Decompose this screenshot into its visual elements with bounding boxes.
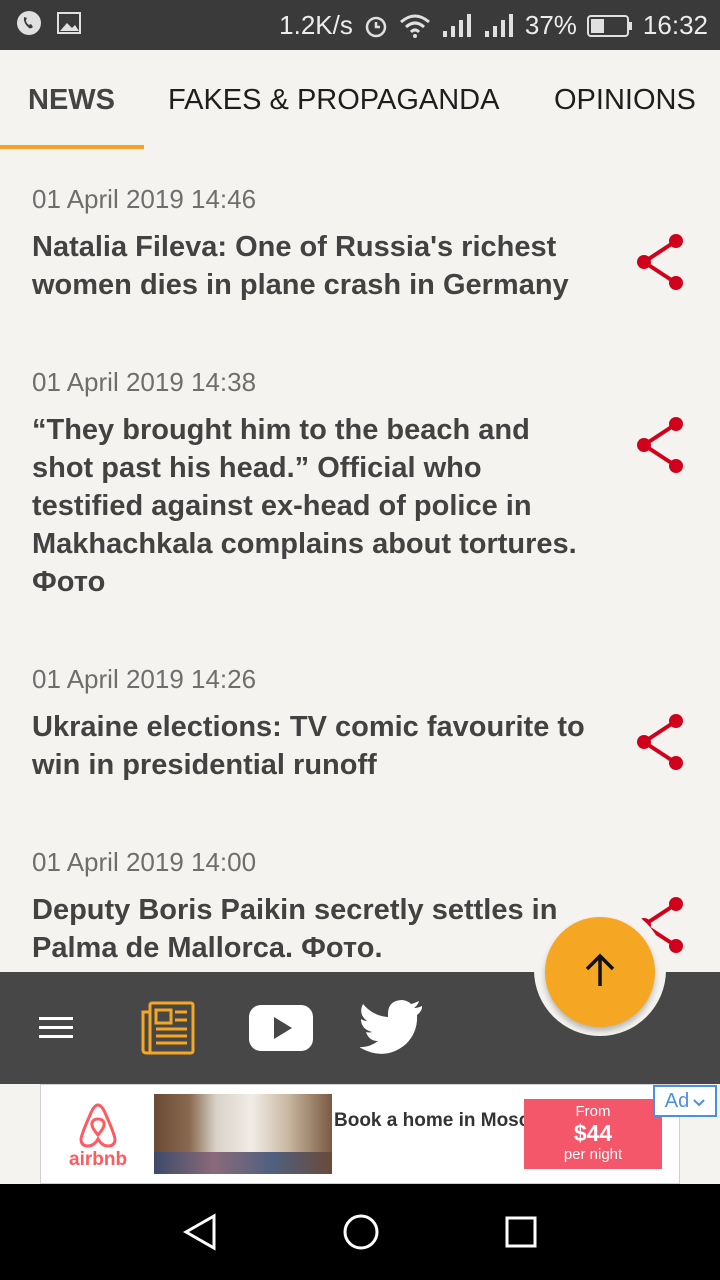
news-title[interactable]: Natalia Fileva: One of Russia's richest … xyxy=(32,228,588,304)
twitter-icon[interactable] xyxy=(358,996,426,1058)
system-nav-bar xyxy=(0,1184,720,1280)
tab-bar: NEWS FAKES & PROPAGANDA OPINIONS xyxy=(0,50,720,150)
news-title[interactable]: Deputy Boris Paikin secretly settles in … xyxy=(32,891,588,967)
news-list: 01 April 2019 14:46 Natalia Fileva: One … xyxy=(0,150,720,972)
news-date: 01 April 2019 14:00 xyxy=(32,847,257,877)
signal-icon xyxy=(441,13,473,39)
tab-opinions[interactable]: OPINIONS xyxy=(554,50,696,150)
ad-label[interactable]: Ad xyxy=(653,1085,717,1117)
ad-brand: airbnb xyxy=(69,1149,128,1170)
active-tab-indicator xyxy=(0,145,144,149)
battery-percent: 37% xyxy=(524,10,577,40)
airbnb-logo-icon xyxy=(75,1101,121,1154)
ad-price-unit: per night xyxy=(563,1146,623,1163)
status-bar: 1.2K/s 37% 16:32 xyxy=(0,0,720,50)
alarm-icon xyxy=(363,13,389,39)
youtube-icon[interactable] xyxy=(248,1000,314,1056)
share-icon[interactable] xyxy=(632,232,688,292)
news-date: 01 April 2019 14:26 xyxy=(32,664,257,694)
ad-price-amount: $44 xyxy=(573,1120,613,1146)
ad-photo xyxy=(154,1094,332,1174)
scroll-to-top-button[interactable] xyxy=(545,917,655,1027)
network-speed: 1.2K/s xyxy=(279,10,353,40)
news-date: 01 April 2019 14:38 xyxy=(32,367,257,397)
newspaper-icon[interactable] xyxy=(138,998,198,1058)
arrow-up-icon xyxy=(580,950,620,995)
image-icon xyxy=(56,10,82,36)
back-icon[interactable] xyxy=(178,1210,222,1254)
home-icon[interactable] xyxy=(339,1210,383,1254)
recents-icon[interactable] xyxy=(499,1210,543,1254)
ad-label-text: Ad xyxy=(664,1089,690,1112)
menu-icon[interactable] xyxy=(28,1002,84,1054)
phone-icon xyxy=(16,10,42,36)
news-title[interactable]: Ukraine elections: TV comic favourite to… xyxy=(32,708,588,784)
news-title[interactable]: “They brought him to the beach and shot … xyxy=(32,411,588,601)
share-icon[interactable] xyxy=(632,712,688,772)
wifi-icon xyxy=(399,13,431,39)
clock: 16:32 xyxy=(642,10,708,40)
signal-icon xyxy=(483,13,515,39)
ad-price-from: From xyxy=(575,1103,611,1120)
battery-icon xyxy=(586,13,633,39)
chevron-down-icon xyxy=(693,1090,705,1113)
news-date: 01 April 2019 14:46 xyxy=(32,184,257,214)
ad-price-badge[interactable]: From $44 per night xyxy=(524,1099,662,1169)
share-icon[interactable] xyxy=(632,415,688,475)
ad-text: Book a home in Moscow xyxy=(334,1110,556,1131)
ad-banner: airbnb Book a home in Moscow From $44 pe… xyxy=(0,1084,720,1184)
tab-news[interactable]: NEWS xyxy=(28,50,115,150)
tab-fakes-propaganda[interactable]: FAKES & PROPAGANDA xyxy=(168,50,499,150)
ad-box[interactable]: airbnb Book a home in Moscow From $44 pe… xyxy=(40,1084,717,1184)
